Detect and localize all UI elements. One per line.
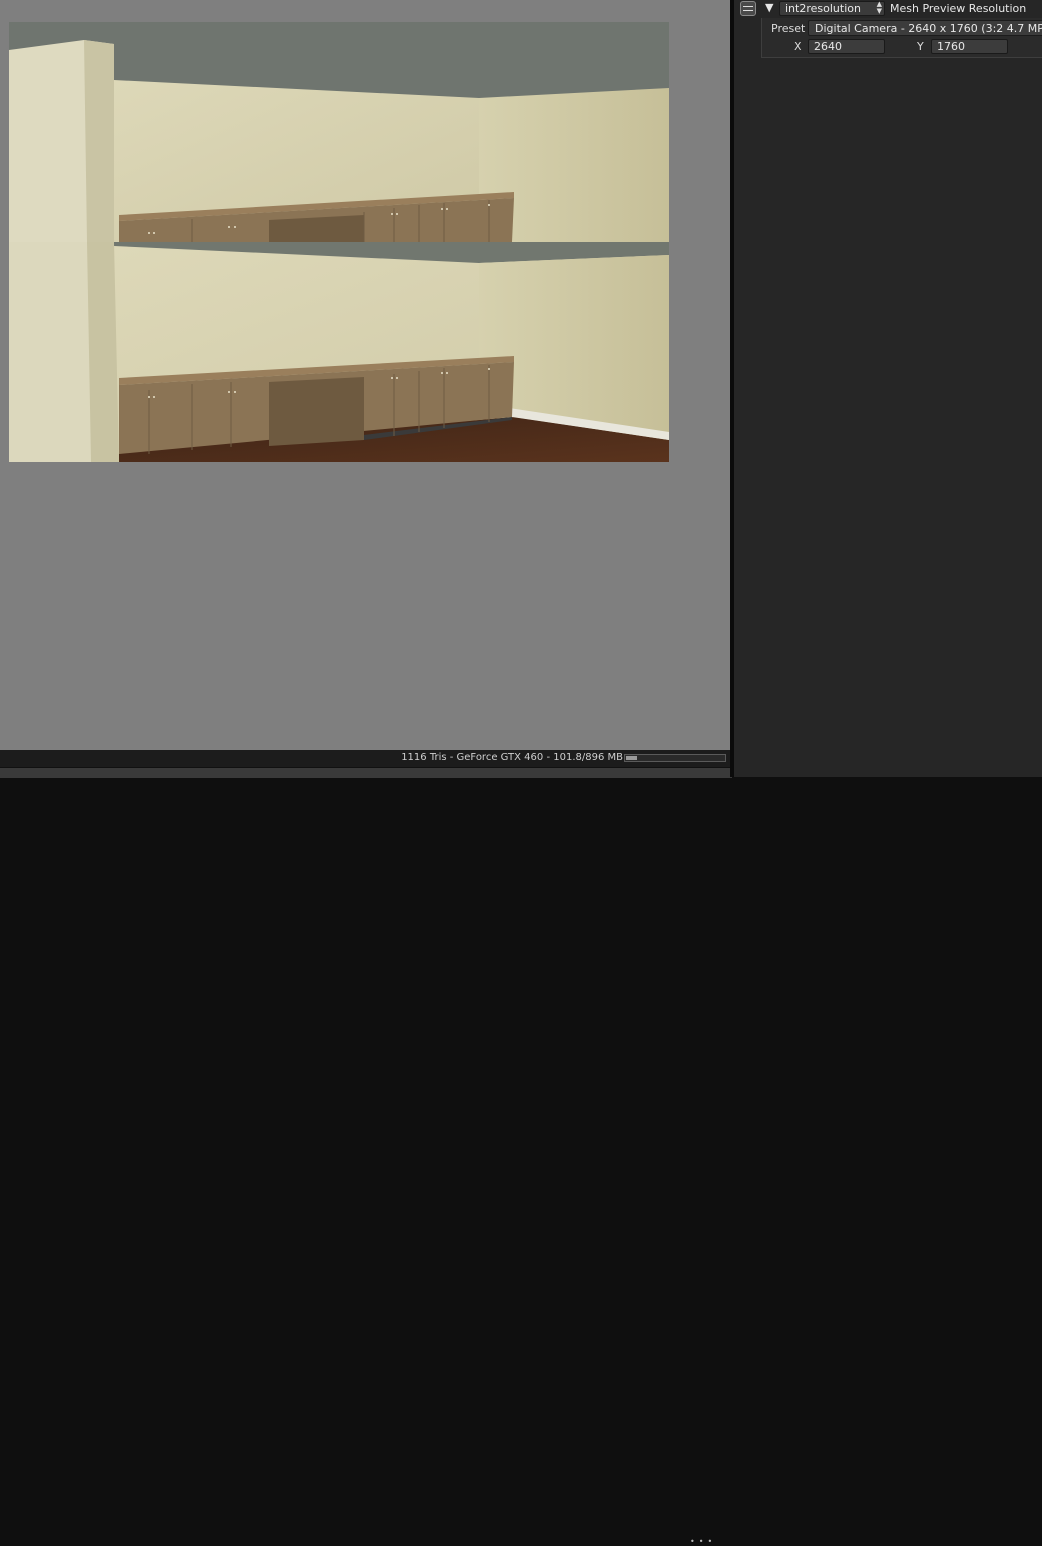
gpu-status-text: 1116 Tris - GeForce GTX 460 - 101.8/896 … — [401, 752, 623, 763]
node-name-label[interactable]: Mesh Preview Resolution — [890, 2, 1026, 15]
x-resolution-field[interactable]: 2640 — [808, 39, 885, 54]
x-label: X — [794, 40, 802, 53]
x-value: 2640 — [814, 40, 842, 53]
y-value: 1760 — [937, 40, 965, 53]
node-inspector-panel: ▼ int2resolution ▲ ▼ Mesh Preview Resolut… — [734, 0, 1042, 777]
updown-arrows-icon: ▲ ▼ — [876, 0, 882, 15]
node-parameters: Preset Digital Camera - 2640 x 1760 (3:2… — [761, 18, 1042, 58]
preset-value: Digital Camera - 2640 x 1760 (3:2 4.7 MP… — [815, 22, 1042, 35]
y-resolution-field[interactable]: 1760 — [931, 39, 1008, 54]
collapse-icon[interactable] — [740, 1, 756, 16]
node-header: ▼ int2resolution ▲ ▼ Mesh Preview Resolut… — [734, 0, 1042, 18]
preset-dropdown[interactable]: Digital Camera - 2640 x 1760 (3:2 4.7 MP… — [808, 20, 1042, 36]
node-type-dropdown[interactable]: int2resolution ▲ ▼ — [779, 1, 885, 16]
vram-usage-fill — [626, 756, 637, 760]
render-viewport[interactable] — [0, 0, 730, 750]
render-preview-image[interactable] — [9, 22, 669, 462]
triangle-down-icon[interactable]: ▼ — [765, 1, 773, 15]
node-type-label: int2resolution — [785, 2, 861, 15]
vram-usage-bar — [624, 754, 726, 762]
rendered-room-image — [9, 22, 669, 462]
timeline-strip[interactable]: ••• — [0, 767, 732, 1546]
viewport-status-bar: 1116 Tris - GeForce GTX 460 - 101.8/896 … — [0, 750, 730, 767]
timeline-marks: ••• — [690, 1537, 717, 1546]
y-label: Y — [917, 40, 924, 53]
preset-label: Preset — [771, 22, 806, 35]
